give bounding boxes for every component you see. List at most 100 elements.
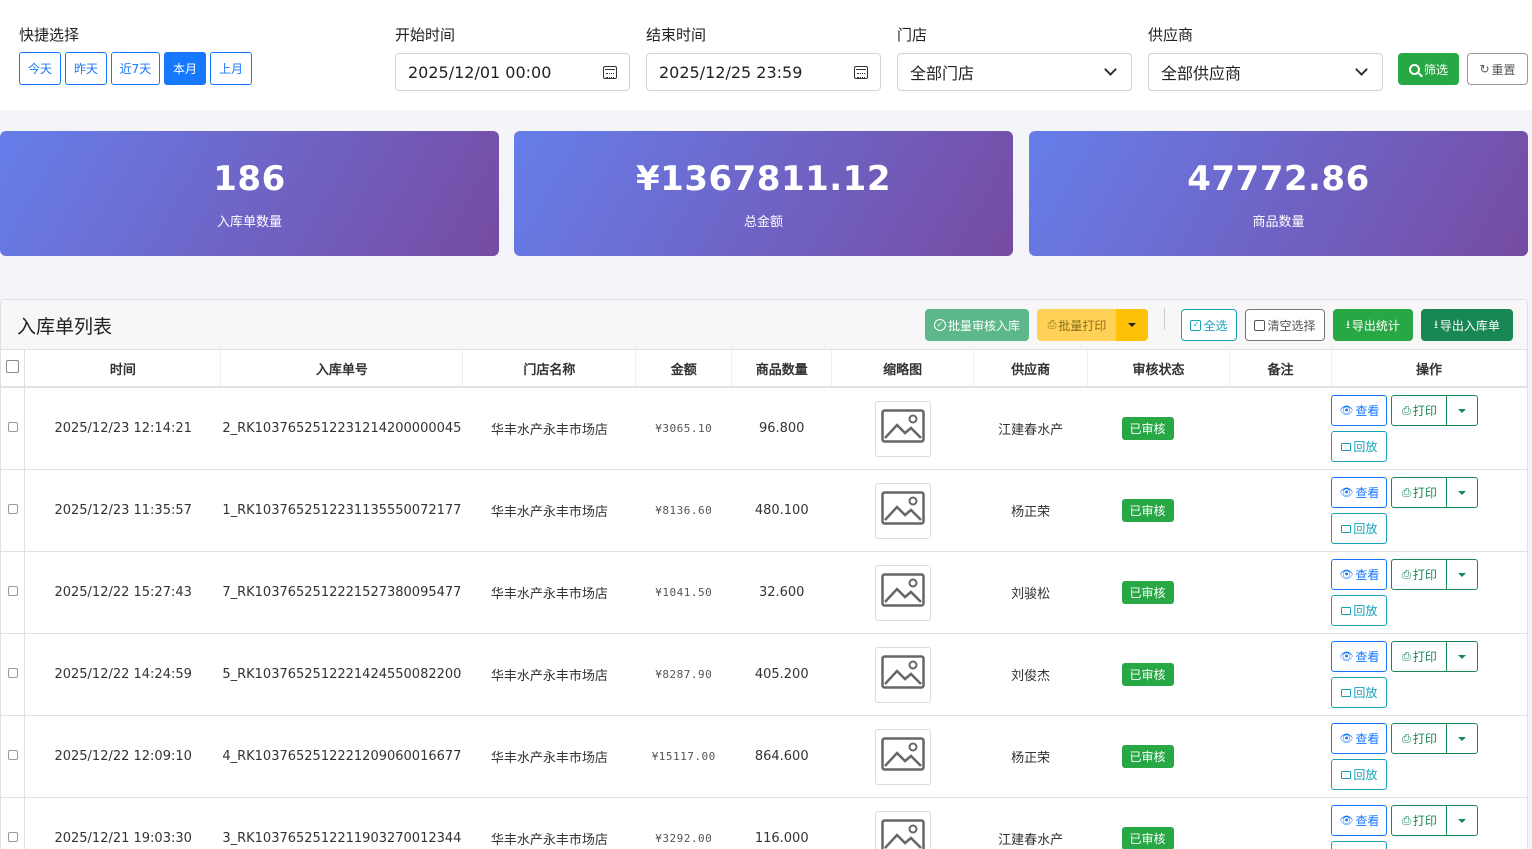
replay-button[interactable]: 回放 [1331,841,1388,849]
replay-button-label: 回放 [1353,768,1378,782]
row-store: 华丰水产永丰市场店 [462,633,636,716]
view-button[interactable]: 👁 查看 [1331,723,1388,754]
batch-audit-label: 批量审核入库 [947,318,1020,333]
col-amount[interactable]: 金额 [635,350,733,388]
col-time[interactable]: 时间 [24,350,222,388]
select-all-label: 全选 [1203,318,1228,333]
print-dropdown-button[interactable] [1446,641,1479,672]
col-supplier[interactable]: 供应商 [973,350,1089,388]
caret-down-icon [1458,572,1467,577]
row-order-no: 3_RK1037652512211903270012344 [220,797,463,849]
row-thumbnail-cell [831,469,974,552]
replay-button[interactable]: 回放 [1331,513,1388,544]
batch-print-button[interactable]: ⎙ 批量打印 [1037,309,1117,341]
export-orders-button[interactable]: ⭳ 导出入库单 [1421,309,1513,341]
print-button[interactable]: ⎙ 打印 [1391,805,1448,836]
row-checkbox[interactable] [7,668,18,678]
row-supplier: 江建春水产 [973,797,1088,849]
view-button[interactable]: 👁 查看 [1331,477,1388,508]
row-order-no: 7_RK1037652512221527380095477 [220,551,463,634]
quick-last-month-button[interactable]: 上月 [210,52,252,85]
print-dropdown-button[interactable] [1446,723,1479,754]
view-button[interactable]: 👁 查看 [1331,559,1388,590]
reset-button[interactable]: ↻ 重置 [1467,53,1528,85]
row-checkbox[interactable] [7,586,18,596]
supplier-select[interactable]: 全部供应商 [1148,53,1383,91]
col-qty[interactable]: 商品数量 [731,350,833,388]
row-actions: 👁 查看 ⎙ 打印 回放 [1331,388,1511,469]
row-actions-cell: 👁 查看 ⎙ 打印 回放 [1331,551,1527,634]
row-thumbnail-cell [831,551,974,634]
row-checkbox[interactable] [7,832,18,842]
batch-audit-button[interactable]: ✓ 批量审核入库 [925,309,1029,341]
print-dropdown-button[interactable] [1446,395,1479,426]
row-thumbnail-cell [831,715,974,798]
row-checkbox[interactable] [7,504,18,514]
thumbnail-image[interactable] [874,400,931,457]
row-remark [1229,633,1332,716]
replay-button[interactable]: 回放 [1331,595,1388,626]
view-button[interactable]: 👁 查看 [1331,805,1388,836]
start-time-label: 开始时间 [395,26,456,44]
quick-today-button[interactable]: 今天 [19,52,61,85]
print-button[interactable]: ⎙ 打印 [1391,395,1448,426]
batch-print-dropdown[interactable] [1116,309,1148,341]
row-checkbox-cell [1,633,26,716]
row-checkbox[interactable] [7,422,18,432]
start-time-input[interactable]: 2025/12/01 00:00 [395,53,630,91]
view-button[interactable]: 👁 查看 [1331,395,1388,426]
view-button-label: 查看 [1355,568,1380,582]
select-all-checkbox[interactable] [6,359,20,373]
panel-header: 入库单列表 ✓ 批量审核入库 ⎙ 批量打印 ✓ 全选 清空选择 ⭳ 导出统计 ⭳… [1,300,1527,350]
batch-print-label: 批量打印 [1058,318,1107,333]
quick-this-month-button[interactable]: 本月 [164,52,206,85]
eye-icon: 👁 [1339,732,1354,745]
clear-selection-button[interactable]: 清空选择 [1245,309,1325,341]
export-stats-button[interactable]: ⭳ 导出统计 [1333,309,1413,341]
thumbnail-image[interactable] [874,728,931,785]
print-button[interactable]: ⎙ 打印 [1391,559,1448,590]
calendar-icon[interactable] [603,65,617,79]
caret-down-icon [1458,736,1467,741]
col-store[interactable]: 门店名称 [462,350,637,388]
table-row: 2025/12/22 15:27:43 7_RK1037652512221527… [1,551,1527,634]
filter-button[interactable]: 筛选 [1398,53,1459,85]
quick-yesterday-button[interactable]: 昨天 [65,52,107,85]
print-button[interactable]: ⎙ 打印 [1391,477,1448,508]
eye-icon: 👁 [1339,486,1354,499]
row-checkbox-cell [1,469,26,552]
calendar-icon[interactable] [854,65,868,79]
print-dropdown-button[interactable] [1446,805,1479,836]
store-select[interactable]: 全部门店 [897,53,1132,91]
print-button[interactable]: ⎙ 打印 [1391,641,1448,672]
end-time-input[interactable]: 2025/12/25 23:59 [646,53,881,91]
replay-button[interactable]: 回放 [1331,431,1388,462]
thumbnail-image[interactable] [874,810,931,849]
view-button-label: 查看 [1355,486,1380,500]
supplier-label: 供应商 [1148,26,1194,44]
start-time-value: 2025/12/01 00:00 [408,62,552,82]
thumbnail-image[interactable] [874,646,931,703]
thumbnail-image[interactable] [874,482,931,539]
print-dropdown-button[interactable] [1446,477,1479,508]
col-status[interactable]: 审核状态 [1087,350,1230,388]
replay-button-label: 回放 [1353,440,1378,454]
row-store: 华丰水产永丰市场店 [462,797,636,849]
print-dropdown-button[interactable] [1446,559,1479,590]
print-button[interactable]: ⎙ 打印 [1391,723,1448,754]
row-order-no: 1_RK1037652512231135550072177 [220,469,463,552]
row-order-no: 5_RK1037652512221424550082200 [220,633,463,716]
row-actions: 👁 查看 ⎙ 打印 回放 [1331,634,1511,715]
row-checkbox[interactable] [7,750,18,760]
row-status-cell: 已审核 [1087,551,1230,634]
print-button-label: 打印 [1412,404,1437,418]
replay-button[interactable]: 回放 [1331,759,1388,790]
view-button[interactable]: 👁 查看 [1331,641,1388,672]
row-actions-cell: 👁 查看 ⎙ 打印 回放 [1331,797,1527,849]
select-all-button[interactable]: ✓ 全选 [1181,309,1237,341]
quick-7days-button[interactable]: 近7天 [111,52,160,85]
col-order-no[interactable]: 入库单号 [220,350,464,388]
video-icon [1341,606,1352,615]
thumbnail-image[interactable] [874,564,931,621]
replay-button[interactable]: 回放 [1331,677,1388,708]
